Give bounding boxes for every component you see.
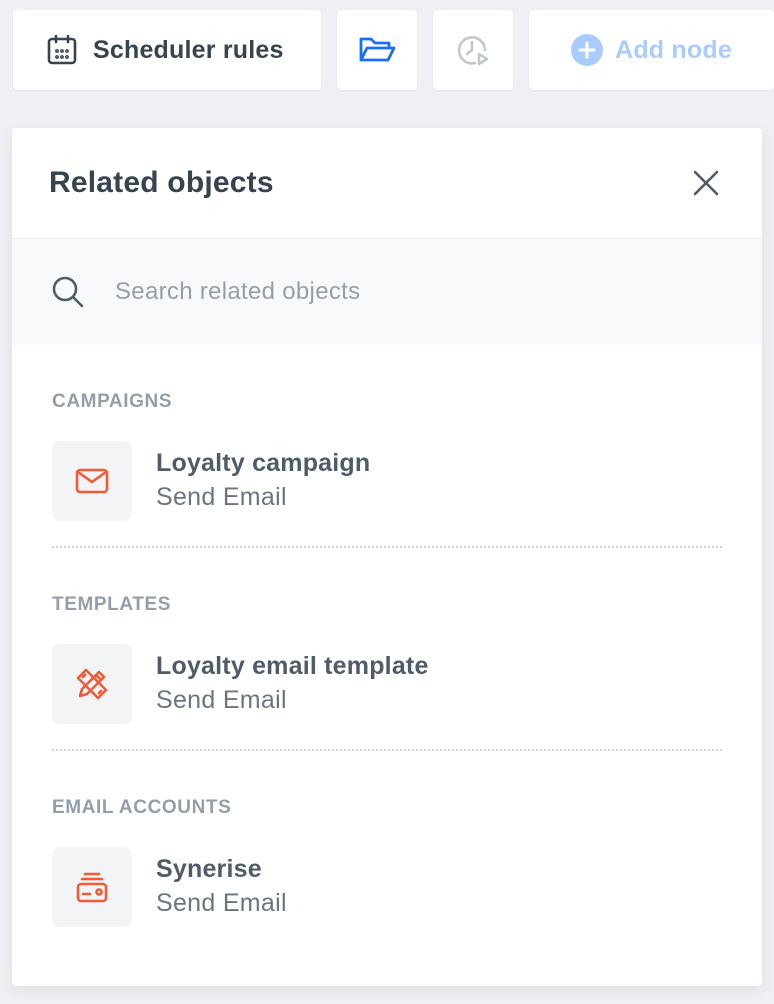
section-title-templates: TEMPLATES — [52, 594, 172, 615]
plus-circle-icon — [571, 34, 604, 66]
related-objects-list: CAMPAIGNS Loyalty campaign Send Email TE… — [12, 391, 762, 927]
section-title-campaigns: CAMPAIGNS — [52, 391, 173, 412]
section-title-email-accounts: EMAIL ACCOUNTS — [52, 797, 232, 818]
list-item-synerise[interactable]: Synerise Send Email — [52, 847, 722, 927]
toolbar: Scheduler rules Add node — [13, 10, 774, 90]
list-item-loyalty-campaign[interactable]: Loyalty campaign Send Email — [52, 441, 722, 521]
pencil-ruler-icon — [52, 644, 132, 724]
history-button[interactable] — [433, 10, 513, 90]
item-text: Synerise Send Email — [156, 853, 287, 921]
history-icon — [455, 32, 491, 68]
item-subtitle: Send Email — [156, 889, 287, 917]
item-subtitle: Send Email — [156, 686, 287, 714]
folder-open-icon — [357, 33, 397, 67]
item-title: Synerise — [156, 855, 262, 883]
scheduler-rules-button[interactable]: Scheduler rules — [13, 10, 321, 90]
search-icon — [51, 275, 85, 309]
add-node-button[interactable]: Add node — [529, 10, 774, 90]
open-folder-button[interactable] — [337, 10, 417, 90]
wallet-icon — [52, 847, 132, 927]
mail-icon — [52, 441, 132, 521]
search-input[interactable] — [115, 278, 675, 306]
divider — [52, 749, 722, 751]
panel-title: Related objects — [49, 166, 274, 199]
list-item-loyalty-email-template[interactable]: Loyalty email template Send Email — [52, 644, 722, 724]
calendar-icon — [45, 33, 79, 67]
item-text: Loyalty campaign Send Email — [156, 447, 370, 515]
item-subtitle: Send Email — [156, 483, 287, 511]
close-icon[interactable] — [690, 167, 722, 199]
item-text: Loyalty email template Send Email — [156, 650, 429, 718]
related-objects-panel: Related objects CAMPAIGNS — [12, 128, 762, 986]
search-bar — [12, 239, 762, 345]
item-title: Loyalty campaign — [156, 449, 371, 477]
item-title: Loyalty email template — [156, 652, 429, 680]
add-node-label: Add node — [615, 35, 732, 64]
scheduler-rules-label: Scheduler rules — [93, 35, 284, 64]
divider — [52, 546, 722, 548]
panel-header: Related objects — [12, 128, 762, 239]
